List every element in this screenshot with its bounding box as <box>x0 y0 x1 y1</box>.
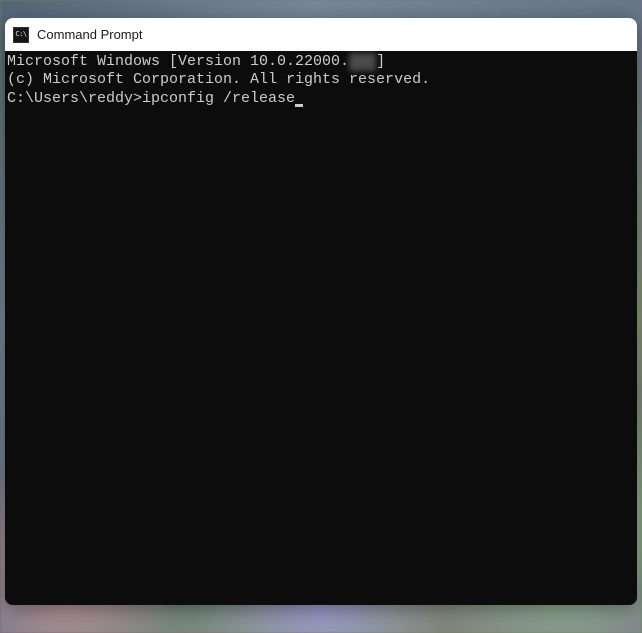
version-obscured: xxx <box>349 53 376 71</box>
version-prefix: Microsoft Windows [Version 10.0.22000. <box>7 53 349 70</box>
cmd-icon: C:\ <box>13 27 29 43</box>
command-prompt-window: C:\ Command Prompt Microsoft Windows [Ve… <box>5 18 637 605</box>
terminal-output[interactable]: Microsoft Windows [Version 10.0.22000.xx… <box>5 51 637 605</box>
prompt-path: C:\Users\reddy> <box>7 90 142 107</box>
cursor-icon <box>295 104 303 107</box>
cmd-icon-text: C:\ <box>15 31 26 38</box>
titlebar[interactable]: C:\ Command Prompt <box>5 18 637 51</box>
terminal-line-version: Microsoft Windows [Version 10.0.22000.xx… <box>7 53 635 71</box>
terminal-line-prompt: C:\Users\reddy>ipconfig /release <box>7 90 635 108</box>
window-title: Command Prompt <box>37 27 142 42</box>
version-suffix: ] <box>376 53 385 70</box>
terminal-line-copyright: (c) Microsoft Corporation. All rights re… <box>7 71 635 89</box>
command-input[interactable]: ipconfig /release <box>142 90 295 107</box>
